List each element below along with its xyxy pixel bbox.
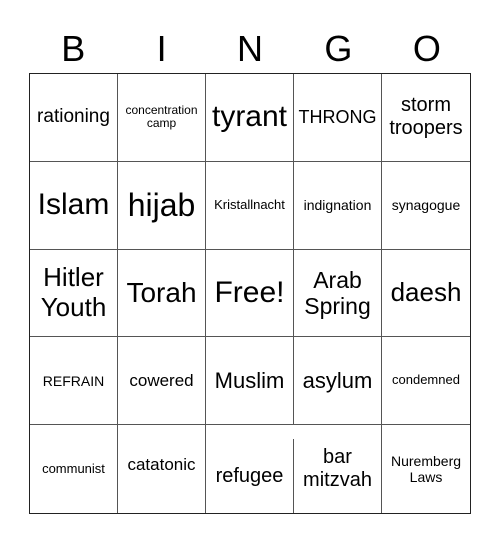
header-letter-i: I (156, 28, 167, 69)
bingo-cell[interactable]: refugee (206, 439, 294, 513)
bingo-cell[interactable]: catatonic (118, 417, 206, 513)
bingo-cell[interactable]: cowered (118, 337, 206, 426)
bingo-grid: rationing concentration camp tyrant THRO… (29, 73, 471, 514)
bingo-cell[interactable]: asylum (294, 337, 382, 426)
bingo-cell[interactable]: Kristallnacht (206, 161, 294, 250)
bingo-cell[interactable]: synagogue (382, 162, 470, 250)
header-letter-g: G (324, 28, 353, 69)
bingo-cell[interactable]: REFRAIN (30, 337, 118, 426)
bingo-cell[interactable]: communist (30, 425, 118, 513)
bingo-cell[interactable]: condemned (382, 337, 470, 426)
bingo-cell[interactable]: Torah (118, 249, 206, 338)
free-space[interactable]: Free! (206, 249, 294, 338)
bingo-cell[interactable]: Arab Spring (294, 249, 382, 338)
bingo-cell[interactable]: indignation (294, 161, 382, 250)
bingo-cell[interactable]: hijab (118, 161, 206, 250)
header-letter-n: N (237, 28, 264, 69)
bingo-cell[interactable]: concentration camp (118, 74, 206, 162)
bingo-cell[interactable]: Muslim (206, 337, 294, 426)
bingo-cell[interactable]: tyrant (206, 74, 294, 162)
bingo-cell[interactable]: rationing (30, 74, 118, 162)
bingo-cell[interactable]: bar mitzvah (294, 425, 382, 513)
bingo-cell[interactable]: storm troopers (382, 74, 470, 162)
bingo-header: B I N G O (29, 26, 471, 72)
bingo-cell[interactable]: Islam (30, 161, 118, 250)
bingo-cell[interactable]: daesh (382, 250, 470, 338)
header-letter-o: O (412, 28, 441, 69)
bingo-cell[interactable]: THRONG (294, 74, 382, 162)
bingo-cell[interactable]: Hitler Youth (30, 249, 118, 338)
bingo-cell[interactable]: Nuremberg Laws (382, 425, 470, 513)
header-letter-b: B (61, 28, 86, 69)
